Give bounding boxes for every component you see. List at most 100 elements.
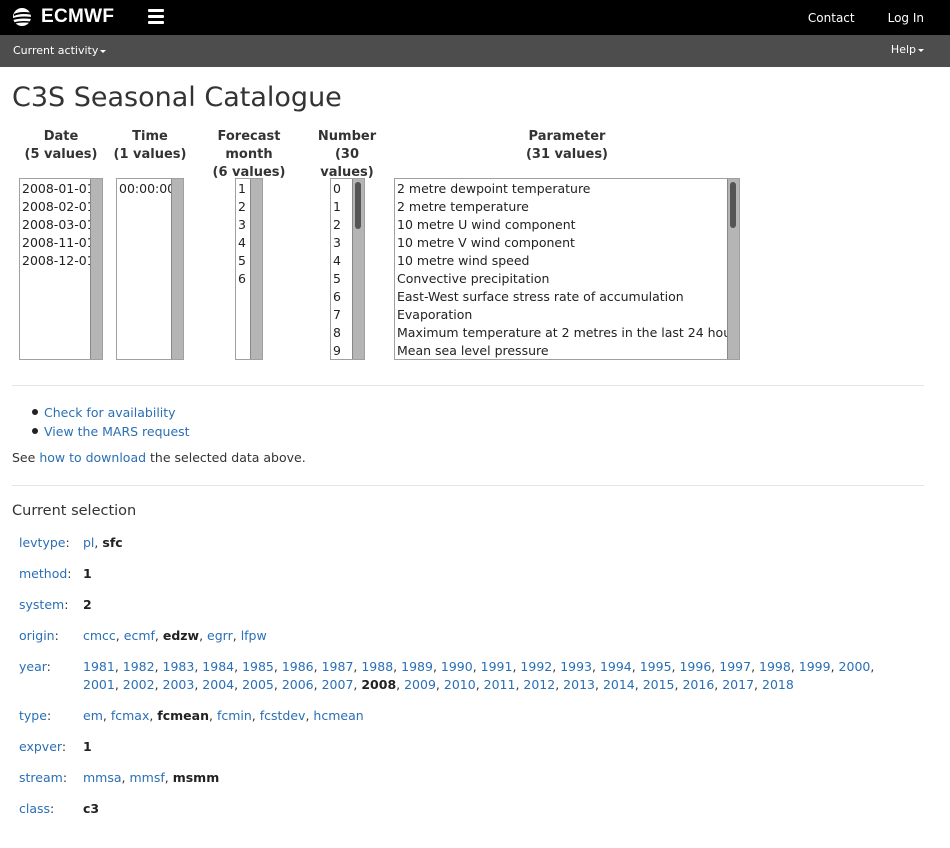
- year-value-link[interactable]: 1999: [799, 659, 831, 674]
- view-mars-request-link[interactable]: View the MARS request: [44, 424, 190, 439]
- date-option[interactable]: 2008-02-01: [20, 198, 95, 216]
- forecast-month-select[interactable]: 123456: [235, 178, 263, 360]
- login-link[interactable]: Log In: [888, 11, 924, 25]
- year-value-link[interactable]: 1997: [719, 659, 751, 674]
- year-value-link[interactable]: 2013: [563, 677, 595, 692]
- parameter-option[interactable]: 10 metre U wind component: [395, 216, 727, 234]
- date-option[interactable]: 2008-12-01: [20, 252, 95, 270]
- year-value-link[interactable]: 2000: [839, 659, 871, 674]
- year-value-link[interactable]: 2011: [484, 677, 516, 692]
- type-value-link[interactable]: hcmean: [313, 708, 363, 723]
- number-option[interactable]: 5: [331, 270, 352, 288]
- number-option[interactable]: 8: [331, 324, 352, 342]
- year-value-link[interactable]: 1987: [322, 659, 354, 674]
- levtype-key-link[interactable]: levtype: [19, 535, 65, 550]
- type-value-link[interactable]: em: [83, 708, 103, 723]
- expver-key-link[interactable]: expver: [19, 739, 62, 754]
- ecmwf-logo[interactable]: ECMWF: [11, 7, 114, 27]
- date-select[interactable]: 2008-01-01 2008-02-01 2008-03-01 2008-11-01…: [19, 178, 103, 360]
- year-value-link[interactable]: 1983: [163, 659, 195, 674]
- type-key-link[interactable]: type: [19, 708, 47, 723]
- date-option[interactable]: 2008-01-01: [20, 180, 95, 198]
- year-value-link[interactable]: 1995: [640, 659, 672, 674]
- year-value-link[interactable]: 2002: [123, 677, 155, 692]
- year-value-link[interactable]: 2007: [322, 677, 354, 692]
- year-value-link[interactable]: 2005: [242, 677, 274, 692]
- parameter-option[interactable]: 2 metre temperature: [395, 198, 727, 216]
- forecast-month-option[interactable]: 3: [236, 216, 250, 234]
- parameter-option[interactable]: Maximum temperature at 2 metres in the l…: [395, 324, 739, 342]
- forecast-month-scrollbar[interactable]: [250, 179, 262, 359]
- year-value-link[interactable]: 2012: [523, 677, 555, 692]
- number-select[interactable]: 0123456789: [330, 178, 365, 360]
- parameter-option[interactable]: 2 metre dewpoint temperature: [395, 180, 727, 198]
- year-value-link[interactable]: 2006: [282, 677, 314, 692]
- type-value-link[interactable]: fcmax: [111, 708, 150, 723]
- parameter-select[interactable]: 2 metre dewpoint temperature 2 metre temp…: [394, 178, 740, 360]
- year-value-link[interactable]: 1991: [481, 659, 513, 674]
- year-value-link[interactable]: 1993: [560, 659, 592, 674]
- forecast-month-option[interactable]: 4: [236, 234, 250, 252]
- year-value-link[interactable]: 1994: [600, 659, 632, 674]
- number-option[interactable]: 0: [331, 180, 352, 198]
- origin-value-link[interactable]: lfpw: [241, 628, 267, 643]
- year-value-link[interactable]: 2018: [762, 677, 794, 692]
- origin-value-link[interactable]: ecmf: [124, 628, 155, 643]
- year-value-link[interactable]: 2015: [643, 677, 675, 692]
- method-key-link[interactable]: method: [19, 566, 67, 581]
- stream-value-link[interactable]: mmsa: [83, 770, 122, 785]
- type-value-link[interactable]: fcstdev: [260, 708, 306, 723]
- stream-value-link[interactable]: mmsf: [129, 770, 164, 785]
- year-value-link[interactable]: 1984: [202, 659, 234, 674]
- time-select[interactable]: 00:00:00: [116, 178, 184, 360]
- origin-value-link[interactable]: cmcc: [83, 628, 116, 643]
- how-to-download-link[interactable]: how to download: [39, 450, 146, 465]
- type-value-link[interactable]: fcmin: [217, 708, 252, 723]
- number-option[interactable]: 2: [331, 216, 352, 234]
- year-value-link[interactable]: 1996: [679, 659, 711, 674]
- date-option[interactable]: 2008-11-01: [20, 234, 95, 252]
- year-value-link[interactable]: 2009: [404, 677, 436, 692]
- year-value-link[interactable]: 2014: [603, 677, 635, 692]
- forecast-month-option[interactable]: 1: [236, 180, 250, 198]
- year-value-link[interactable]: 2016: [682, 677, 714, 692]
- parameter-option[interactable]: 10 metre V wind component: [395, 234, 727, 252]
- class-key-link[interactable]: class: [19, 801, 50, 816]
- date-option[interactable]: 2008-03-01: [20, 216, 95, 234]
- year-value-link[interactable]: 1981: [83, 659, 115, 674]
- system-key-link[interactable]: system: [19, 597, 64, 612]
- parameter-option[interactable]: 10 metre wind speed: [395, 252, 727, 270]
- date-scrollbar[interactable]: [90, 179, 102, 359]
- number-option[interactable]: 9: [331, 342, 352, 359]
- year-value-link[interactable]: 1989: [401, 659, 433, 674]
- year-value-link[interactable]: 2010: [444, 677, 476, 692]
- parameter-scrollbar-thumb[interactable]: [730, 182, 736, 228]
- number-option[interactable]: 3: [331, 234, 352, 252]
- levtype-value-link[interactable]: pl: [83, 535, 94, 550]
- parameter-option[interactable]: Mean sea level pressure: [395, 342, 727, 359]
- number-scrollbar-thumb[interactable]: [355, 182, 361, 229]
- forecast-month-option[interactable]: 5: [236, 252, 250, 270]
- current-activity-dropdown[interactable]: Current activity: [13, 44, 107, 57]
- year-value-link[interactable]: 2001: [83, 677, 115, 692]
- year-value-link[interactable]: 2003: [163, 677, 195, 692]
- number-option[interactable]: 7: [331, 306, 352, 324]
- year-key-link[interactable]: year: [19, 659, 47, 674]
- year-value-link[interactable]: 2017: [722, 677, 754, 692]
- forecast-month-option[interactable]: 6: [236, 270, 250, 288]
- origin-key-link[interactable]: origin: [19, 628, 55, 643]
- origin-value-link[interactable]: egrr: [207, 628, 233, 643]
- stream-key-link[interactable]: stream: [19, 770, 63, 785]
- check-availability-link[interactable]: Check for availability: [44, 405, 176, 420]
- number-option[interactable]: 1: [331, 198, 352, 216]
- parameter-option[interactable]: East-West surface stress rate of accumul…: [395, 288, 727, 306]
- contact-link[interactable]: Contact: [808, 11, 855, 25]
- year-value-link[interactable]: 1998: [759, 659, 791, 674]
- parameter-scrollbar[interactable]: [727, 179, 739, 359]
- number-option[interactable]: 4: [331, 252, 352, 270]
- parameter-option[interactable]: Convective precipitation: [395, 270, 727, 288]
- time-scrollbar[interactable]: [171, 179, 183, 359]
- year-value-link[interactable]: 1992: [520, 659, 552, 674]
- year-value-link[interactable]: 1990: [441, 659, 473, 674]
- year-value-link[interactable]: 2004: [202, 677, 234, 692]
